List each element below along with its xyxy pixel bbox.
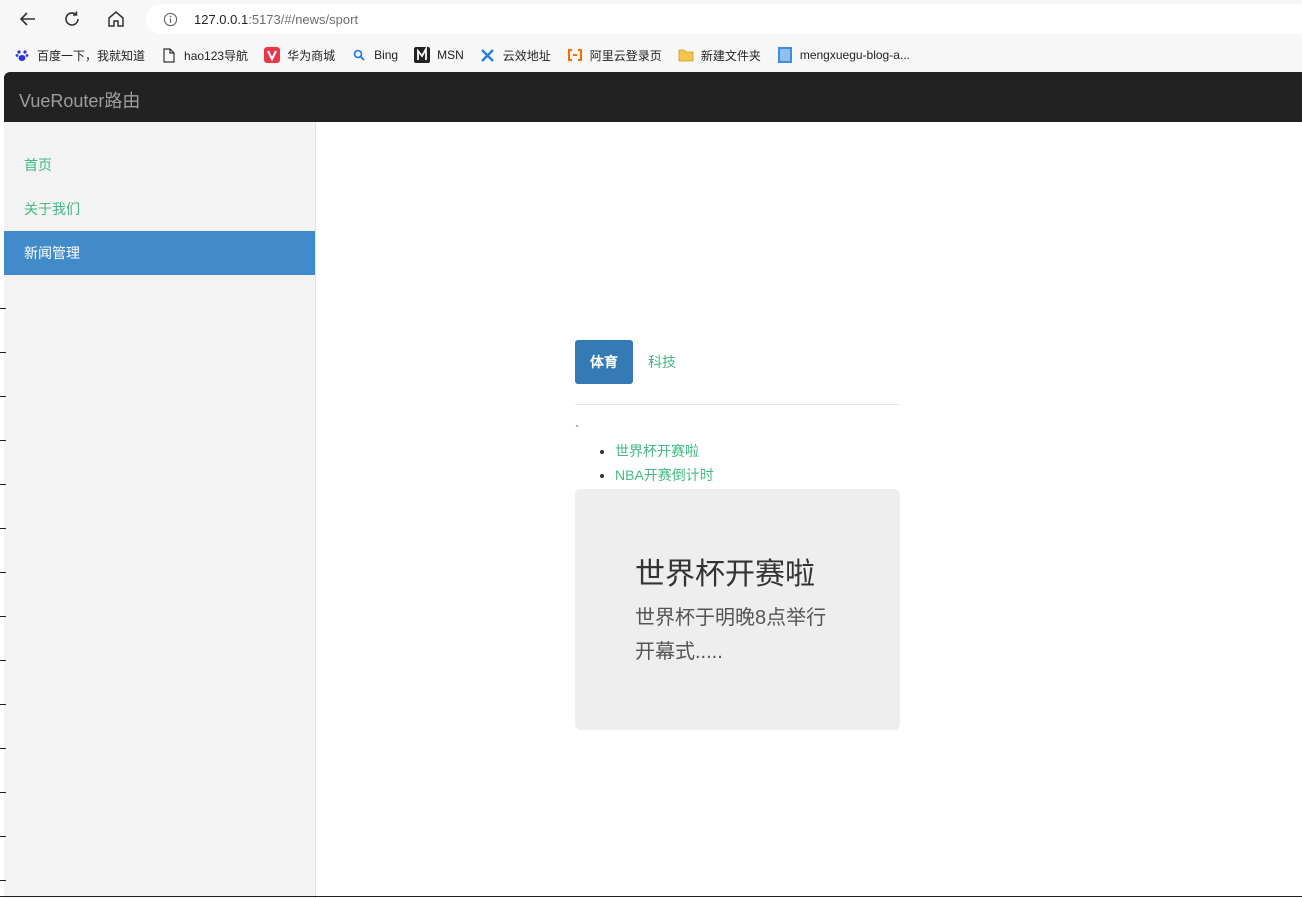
- sidebar: 首页 关于我们 新闻管理: [4, 122, 316, 898]
- bookmark-yunxiao[interactable]: 云效地址: [480, 47, 551, 64]
- aliyun-icon: [567, 47, 583, 63]
- url-path: :5173/#/news/sport: [248, 11, 359, 27]
- edge-tick: [0, 704, 6, 705]
- bookmark-baidu[interactable]: 百度一下，我就知道: [14, 47, 145, 64]
- bookmarks-bar: 百度一下，我就知道 hao123导航 华为商城 Bing MSN 云效地址 阿里…: [0, 38, 1302, 72]
- yunxiao-icon: [480, 47, 496, 63]
- navbar-brand[interactable]: VueRouter路由: [19, 87, 140, 113]
- bookmark-hao123[interactable]: hao123导航: [161, 47, 248, 64]
- edge-tick: [0, 616, 6, 617]
- sidebar-item-about[interactable]: 关于我们: [4, 187, 315, 231]
- sidebar-item-home[interactable]: 首页: [4, 143, 315, 187]
- edge-tick: [0, 836, 6, 837]
- edge-tick: [0, 352, 6, 353]
- news-link[interactable]: 世界杯开赛啦: [615, 443, 699, 459]
- news-list: 世界杯开赛啦 NBA开赛倒计时: [575, 439, 900, 487]
- page-icon: [161, 47, 177, 63]
- msn-icon: [414, 47, 431, 63]
- stray-backtick: `: [575, 423, 579, 437]
- bookmark-label: 阿里云登录页: [589, 48, 662, 63]
- baidu-icon: [14, 47, 30, 63]
- edge-tick: [0, 880, 6, 881]
- vmall-icon: [264, 47, 281, 63]
- news-detail-body-line2: 开幕式.....: [635, 641, 723, 663]
- bing-search-icon: [351, 47, 367, 63]
- bookmark-label: mengxuegu-blog-a...: [799, 48, 910, 62]
- home-button[interactable]: [103, 6, 129, 32]
- edge-tick: [0, 440, 6, 441]
- bookmark-bing[interactable]: Bing: [351, 47, 398, 63]
- bookmark-label: 华为商城: [287, 48, 336, 63]
- bookmark-msn[interactable]: MSN: [414, 47, 464, 63]
- window-bottom-border: [0, 896, 1302, 897]
- bookmark-label: hao123导航: [184, 48, 249, 63]
- sidebar-nav: 首页 关于我们 新闻管理: [4, 143, 315, 275]
- sidebar-item-news[interactable]: 新闻管理: [4, 231, 315, 275]
- back-arrow-icon: [19, 12, 35, 26]
- reload-icon: [65, 11, 79, 26]
- bookmark-mengxuegu[interactable]: mengxuegu-blog-a...: [777, 47, 910, 63]
- news-detail-body: 世界杯于明晚8点举行 开幕式.....: [635, 601, 840, 669]
- edge-tick: [0, 308, 6, 309]
- tab-sport[interactable]: 体育: [575, 340, 633, 384]
- site-info-icon[interactable]: [162, 11, 178, 27]
- blue-page-icon: [777, 47, 793, 63]
- bookmark-vmall[interactable]: 华为商城: [264, 47, 335, 64]
- list-item: NBA开赛倒计时: [615, 463, 900, 487]
- bookmark-label: 百度一下，我就知道: [37, 48, 146, 63]
- edge-tick: [0, 484, 6, 485]
- url-host: 127.0.0.1: [194, 11, 249, 27]
- reload-button[interactable]: [59, 6, 85, 32]
- tab-tech[interactable]: 科技: [633, 340, 691, 384]
- bookmark-folder[interactable]: 新建文件夹: [678, 47, 761, 64]
- list-item: 世界杯开赛啦: [615, 439, 900, 463]
- edge-tick: [0, 792, 6, 793]
- bookmark-label: 云效地址: [502, 48, 551, 63]
- news-tabs: 体育 科技: [575, 340, 900, 405]
- news-content: 体育 科技 ` 世界杯开赛啦 NBA开赛倒计时 世界杯开赛啦 世界杯于明晚8点举…: [575, 340, 900, 730]
- bookmark-label: MSN: [437, 48, 464, 62]
- edge-tick: [0, 528, 6, 529]
- home-icon: [108, 11, 124, 27]
- folder-icon: [678, 47, 694, 63]
- bookmark-label: 新建文件夹: [700, 48, 761, 63]
- edge-tick: [0, 660, 6, 661]
- news-detail-body-line1: 世界杯于明晚8点举行: [635, 607, 827, 629]
- browser-toolbar: 127.0.0.1:5173/#/news/sport: [0, 0, 1302, 38]
- address-bar[interactable]: 127.0.0.1:5173/#/news/sport: [146, 4, 1302, 34]
- edge-tick: [0, 396, 6, 397]
- bookmark-label: Bing: [374, 48, 399, 62]
- edge-tick: [0, 572, 6, 573]
- bookmark-aliyun[interactable]: 阿里云登录页: [567, 47, 662, 64]
- news-link[interactable]: NBA开赛倒计时: [615, 467, 714, 483]
- app-navbar: VueRouter路由: [4, 72, 1302, 122]
- news-detail-card: 世界杯开赛啦 世界杯于明晚8点举行 开幕式.....: [575, 489, 900, 730]
- back-button[interactable]: [15, 6, 41, 32]
- news-detail-title: 世界杯开赛啦: [635, 558, 815, 591]
- edge-tick: [0, 748, 6, 749]
